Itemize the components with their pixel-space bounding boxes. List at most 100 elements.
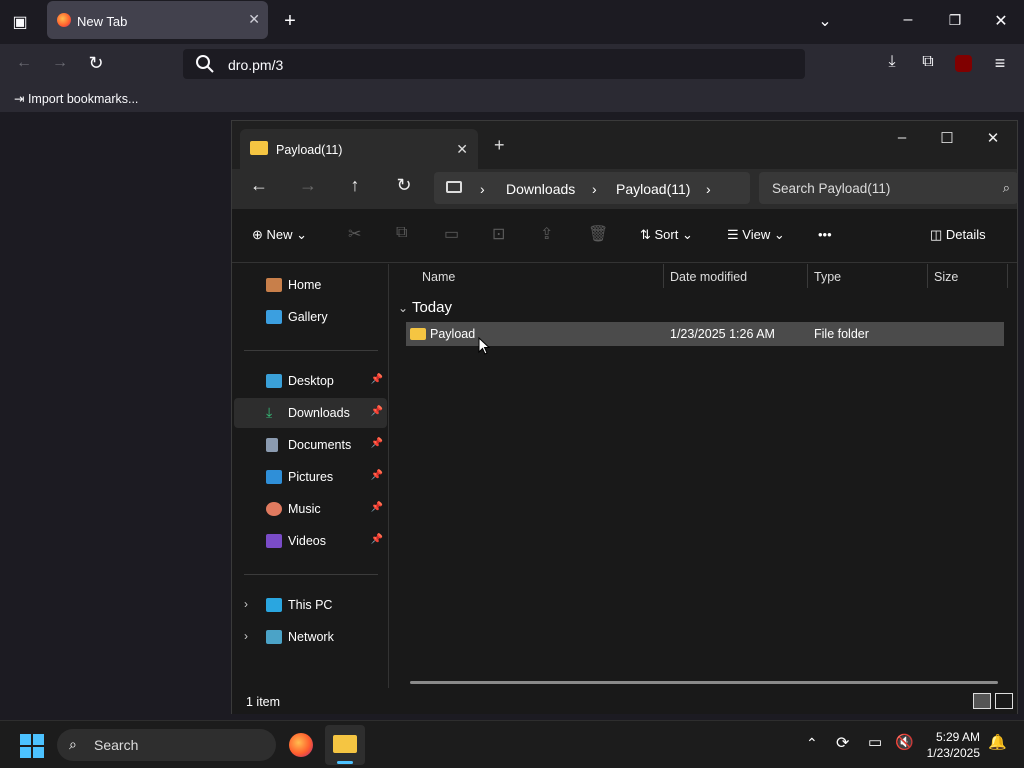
more-options-button[interactable]: ••• [818,227,832,242]
close-tab-icon[interactable]: ✕ [248,11,260,28]
divider [244,574,378,575]
sort-button[interactable]: ⇅ Sort ⌄ [640,227,693,243]
new-tab-icon[interactable]: + [494,135,505,156]
sidebar-item-this-pc[interactable]: › This PC [234,590,387,620]
share-icon[interactable]: ⇪ [540,224,553,244]
breadcrumb-chevron-icon[interactable]: › [706,181,711,197]
address-bar[interactable]: › Downloads › Payload(11) › [434,172,750,204]
pin-icon[interactable]: 📌 [371,470,383,481]
folder-icon [250,141,268,155]
sidebar-item-videos[interactable]: Videos 📌 [234,526,387,556]
minimize-icon[interactable]: – [898,11,918,29]
explorer-taskbar-button[interactable] [325,725,365,765]
delete-icon[interactable]: 🗑 [588,224,608,244]
breadcrumb-downloads[interactable]: Downloads [506,181,575,197]
close-window-icon[interactable]: ✕ [978,129,1008,147]
notification-bell-icon[interactable]: 🔔 [988,733,1007,751]
bookmarks-bar: ⇥ Import bookmarks... [0,84,1024,112]
chevron-right-icon[interactable]: › [244,629,248,643]
copy-icon[interactable]: ⧉ [396,224,407,242]
import-bookmarks-link[interactable]: ⇥ Import bookmarks... [14,91,138,106]
forward-icon[interactable]: → [293,175,323,203]
sidebar-item-pictures[interactable]: Pictures 📌 [234,462,387,492]
taskbar-search[interactable]: ⌕ Search [57,729,276,761]
url-text: dro.pm/3 [228,57,284,73]
pin-icon[interactable]: 📌 [371,502,383,513]
browser-nav-bar: ← → ↻ dro.pm/3 ⤓ ⧉ ≡ [0,44,1024,84]
display-icon[interactable]: ▭ [868,733,882,751]
explorer-tab[interactable]: Payload(11) ✕ [240,129,478,169]
pin-icon[interactable]: 📌 [371,438,383,449]
table-row[interactable]: Payload 1/23/2025 1:26 AM File folder [406,322,1004,346]
new-tab-icon[interactable]: + [280,10,300,33]
sidebar-item-network[interactable]: › Network [234,622,387,652]
desktop-icon [266,374,282,388]
close-window-icon[interactable]: ✕ [991,11,1011,31]
up-icon[interactable]: ↑ [340,175,370,203]
new-label: New [266,227,293,242]
windows-start-icon[interactable] [20,734,44,758]
tiles-view-icon[interactable] [995,693,1013,709]
sidebar-item-downloads[interactable]: ⤓ Downloads 📌 [234,398,387,428]
sidebar-item-music[interactable]: Music 📌 [234,494,387,524]
chevron-right-icon[interactable]: › [244,597,248,611]
pin-icon[interactable]: 📌 [371,534,383,545]
sidebar-item-label: Home [288,278,322,292]
maximize-icon[interactable]: ☐ [932,129,962,147]
sidebar-item-desktop[interactable]: Desktop 📌 [234,366,387,396]
close-tab-icon[interactable]: ✕ [456,141,468,158]
new-button[interactable]: ⊕ New ⌄ [252,227,307,243]
sync-icon[interactable]: ⟳ [836,733,849,753]
forward-icon[interactable]: → [50,54,70,72]
back-icon[interactable]: ← [244,175,274,203]
refresh-icon[interactable]: ↻ [389,175,419,203]
pin-icon[interactable]: 📌 [371,374,383,385]
paste-icon[interactable]: ▭ [444,224,459,244]
column-header-size[interactable]: Size [934,270,958,284]
pin-icon[interactable]: 📌 [371,406,383,417]
ublock-icon[interactable] [955,55,972,72]
horizontal-scrollbar[interactable] [410,681,998,684]
column-header-date[interactable]: Date modified [670,270,747,284]
column-header-name[interactable]: Name [422,270,455,284]
sidebar-item-gallery[interactable]: Gallery [234,302,387,332]
url-bar[interactable]: dro.pm/3 [183,49,805,79]
menu-icon[interactable]: ≡ [990,53,1010,74]
browser-tab-title: New Tab [77,14,128,29]
restore-icon[interactable]: ❐ [945,12,965,29]
details-view-icon[interactable] [973,693,991,709]
downloads-icon[interactable]: ⤓ [882,53,902,71]
extensions-icon[interactable]: ⧉ [918,53,938,71]
downloads-icon: ⤓ [266,404,273,420]
column-separator[interactable] [927,264,928,288]
volume-muted-icon[interactable]: 🔇 [895,733,914,751]
cut-icon[interactable]: ✂ [348,224,361,244]
column-separator[interactable] [807,264,808,288]
breadcrumb-payload[interactable]: Payload(11) [616,181,690,197]
search-icon: ⌕ [1002,180,1010,195]
browser-tab-bar: ▣ New Tab ✕ + ⌄ – ❐ ✕ [0,0,1024,44]
rename-icon[interactable]: ⊡ [492,224,505,244]
explorer-search-box[interactable]: Search Payload(11) ⌕ [759,172,1018,204]
sidebar-item-home[interactable]: Home [234,270,387,300]
firefox-taskbar-icon[interactable] [289,733,313,757]
tab-list-icon[interactable]: ▣ [10,12,30,32]
chevron-down-icon[interactable]: ⌄ [815,11,835,31]
details-button[interactable]: ◫ Details [930,227,986,243]
chevron-up-icon[interactable]: ⌃ [806,735,818,752]
taskbar: ⌕ Search ⌃ ⟳ ▭ 🔇 5:29 AM 1/23/2025 🔔 [0,720,1024,768]
browser-tab[interactable]: New Tab ✕ [47,1,268,39]
sidebar-item-documents[interactable]: Documents 📌 [234,430,387,460]
group-header[interactable]: ⌄ Today [398,299,452,316]
column-header-type[interactable]: Type [814,270,841,284]
back-icon[interactable]: ← [14,54,34,72]
clock[interactable]: 5:29 AM 1/23/2025 [927,729,980,761]
column-separator[interactable] [1007,264,1008,288]
column-separator[interactable] [663,264,664,288]
folder-icon [410,328,426,340]
view-button[interactable]: ☰ View ⌄ [727,227,785,243]
clock-date: 1/23/2025 [926,746,980,760]
reload-icon[interactable]: ↻ [86,53,106,74]
folder-icon [333,735,357,753]
minimize-icon[interactable]: – [887,129,917,146]
